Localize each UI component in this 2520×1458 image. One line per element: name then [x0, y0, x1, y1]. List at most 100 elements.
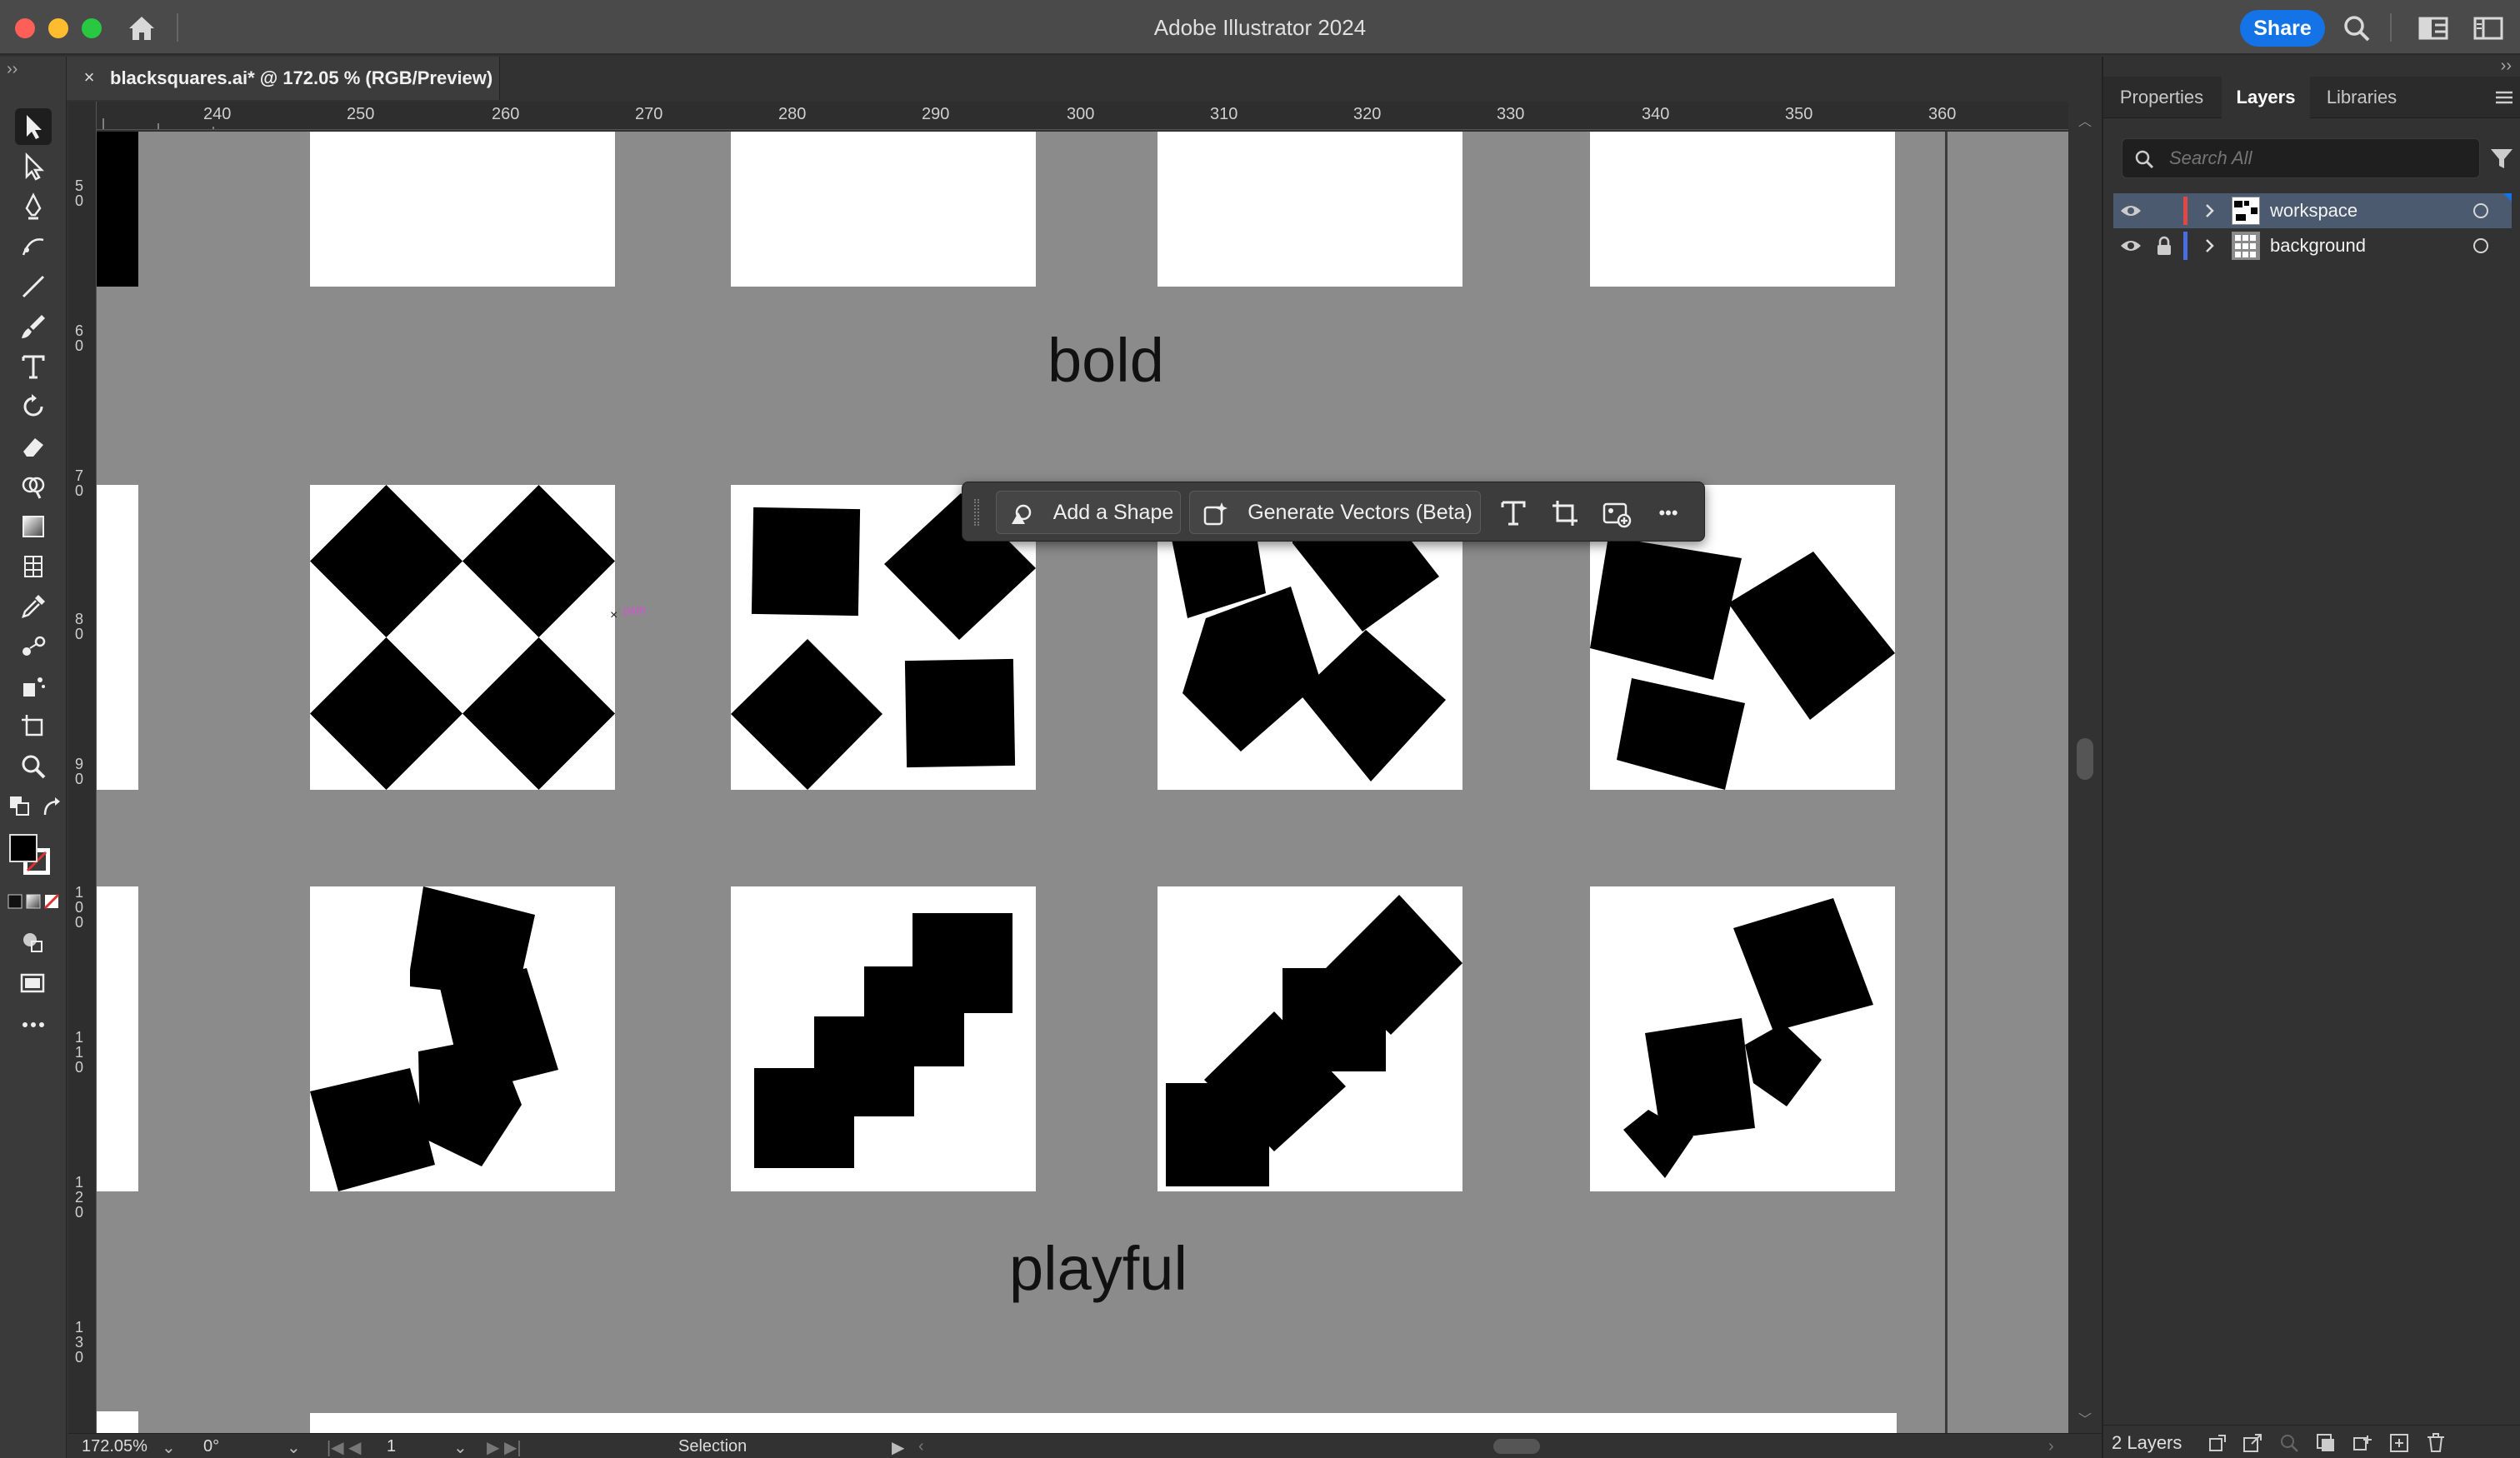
maximize-window-button[interactable] — [82, 18, 102, 38]
black-square[interactable] — [751, 507, 861, 617]
black-square[interactable] — [1166, 1083, 1269, 1186]
type-tool-icon[interactable] — [15, 348, 52, 385]
tab-properties[interactable]: Properties — [2103, 77, 2220, 118]
black-diamond[interactable] — [462, 485, 615, 637]
black-diamond[interactable] — [310, 485, 462, 637]
black-diamond[interactable] — [462, 637, 615, 790]
black-square[interactable] — [1617, 678, 1745, 790]
last-artboard-icon[interactable]: ▶ ▶| — [487, 1437, 522, 1458]
eyedropper-tool-icon[interactable] — [15, 588, 52, 625]
minimize-window-button[interactable] — [48, 18, 68, 38]
black-square[interactable] — [1728, 552, 1895, 720]
mesh-tool-icon[interactable] — [15, 548, 52, 585]
status-menu-icon[interactable]: ▶ — [892, 1437, 904, 1458]
curvature-tool-icon[interactable] — [15, 228, 52, 265]
white-rectangle[interactable] — [97, 1411, 138, 1433]
expand-layer-icon[interactable] — [2200, 202, 2218, 220]
gradient-tool-icon[interactable] — [15, 508, 52, 545]
document-tab[interactable]: × blacksquares.ai* @ 172.05 % (RGB/Previ… — [67, 57, 500, 100]
scroll-left-icon[interactable]: ‹ — [918, 1437, 924, 1456]
expand-layer-icon[interactable] — [2200, 237, 2218, 255]
paintbrush-tool-icon[interactable] — [15, 308, 52, 345]
first-artboard-icon[interactable]: |◀ ◀ — [327, 1437, 362, 1458]
artboard-square[interactable] — [731, 132, 1036, 287]
tab-libraries[interactable]: Libraries — [2312, 77, 2412, 118]
artboard-number[interactable]: 1 — [387, 1437, 396, 1456]
add-shape-button[interactable]: Add a Shape — [996, 491, 1181, 534]
artboard-square[interactable] — [1158, 132, 1462, 287]
rotation-dropdown-icon[interactable]: ⌄ — [287, 1437, 301, 1458]
black-square[interactable] — [310, 1068, 435, 1191]
vertical-scrollbar[interactable]: ︿ ﹀ — [2070, 102, 2100, 1433]
black-square[interactable] — [754, 1068, 854, 1168]
white-rectangle[interactable] — [97, 886, 138, 1191]
close-tab-icon[interactable]: × — [78, 67, 100, 88]
black-rectangle[interactable] — [97, 132, 138, 287]
zoom-level[interactable]: 172.05% — [82, 1437, 148, 1456]
share-button[interactable]: Share — [2240, 10, 2325, 47]
scroll-up-icon[interactable]: ︿ — [2078, 110, 2092, 130]
eraser-tool-icon[interactable] — [15, 428, 52, 465]
rotation-value[interactable]: 0° — [203, 1437, 219, 1456]
selection-tool-icon[interactable] — [15, 108, 52, 145]
artboard-square[interactable] — [310, 1413, 1897, 1433]
artboard-square[interactable] — [731, 886, 1036, 1191]
swap-fill-stroke-icon[interactable] — [33, 790, 70, 826]
color-mode-icons[interactable] — [7, 890, 60, 915]
artboard-dropdown-icon[interactable]: ⌄ — [453, 1437, 468, 1458]
layer-name[interactable]: workspace — [2270, 193, 2358, 228]
crop-icon[interactable] — [1549, 497, 1581, 529]
artboard-square[interactable] — [1590, 132, 1895, 287]
layers-search-input[interactable] — [2122, 138, 2480, 178]
artboard-square[interactable] — [310, 485, 615, 790]
collapse-toolbar-icon[interactable]: ›› — [7, 60, 18, 79]
black-square[interactable] — [1299, 630, 1446, 781]
image-trace-icon[interactable] — [1601, 497, 1632, 529]
line-tool-icon[interactable] — [15, 268, 52, 305]
locate-object-icon[interactable] — [2278, 1432, 2300, 1454]
visibility-eye-icon[interactable] — [2120, 237, 2142, 255]
type-tool-icon[interactable] — [1498, 497, 1529, 529]
filter-icon[interactable] — [2488, 145, 2515, 172]
vertical-ruler[interactable]: 50 60 70 80 90 100 110 120 130 — [68, 102, 97, 1433]
collect-for-export-icon[interactable] — [2207, 1432, 2228, 1454]
zoom-tool-icon[interactable] — [15, 748, 52, 785]
pen-tool-icon[interactable] — [15, 188, 52, 225]
scroll-down-icon[interactable]: ﹀ — [2078, 1408, 2092, 1428]
canvas[interactable]: bold playful × path — [97, 132, 2068, 1433]
blend-tool-icon[interactable] — [15, 628, 52, 665]
layer-row-background[interactable]: background — [2113, 228, 2512, 263]
edit-toolbar-icon[interactable] — [15, 1006, 52, 1043]
black-square[interactable] — [1733, 898, 1873, 1031]
home-icon[interactable] — [125, 12, 158, 45]
layer-target-icon[interactable] — [2473, 203, 2488, 218]
artboard-tool-icon[interactable] — [15, 708, 52, 745]
screen-mode-icon[interactable] — [15, 965, 52, 1001]
tab-layers[interactable]: Layers — [2222, 77, 2310, 118]
direct-selection-tool-icon[interactable] — [15, 148, 52, 185]
layer-row-workspace[interactable]: workspace — [2113, 193, 2512, 228]
horizontal-ruler[interactable]: 240 250 260 270 280 290 300 310 320 330 … — [97, 102, 2068, 130]
drag-handle-icon[interactable] — [974, 499, 979, 526]
draw-mode-icon[interactable] — [15, 923, 52, 960]
horizontal-scroll-thumb[interactable] — [1493, 1439, 1540, 1454]
rotate-tool-icon[interactable] — [15, 388, 52, 425]
panel-menu-icon[interactable] — [2493, 87, 2515, 108]
lock-icon[interactable] — [2155, 236, 2173, 256]
artboard-square[interactable] — [1158, 886, 1462, 1191]
black-square[interactable] — [731, 639, 882, 790]
fill-stroke-swatch[interactable] — [7, 831, 57, 881]
artboard-square[interactable] — [310, 132, 615, 287]
export-icon[interactable] — [2242, 1432, 2263, 1454]
close-window-button[interactable] — [15, 18, 35, 38]
black-square[interactable] — [1745, 1023, 1822, 1106]
black-square[interactable] — [904, 658, 1016, 768]
new-sublayer-icon[interactable] — [2352, 1432, 2373, 1454]
vertical-scroll-thumb[interactable] — [2077, 738, 2093, 780]
panel-toggle-icon[interactable] — [2472, 12, 2505, 45]
white-rectangle[interactable] — [97, 485, 138, 790]
symbol-sprayer-tool-icon[interactable] — [15, 668, 52, 705]
clipping-mask-icon[interactable] — [2315, 1432, 2337, 1454]
black-diamond[interactable] — [310, 637, 462, 790]
label-bold[interactable]: bold — [1048, 325, 1164, 396]
